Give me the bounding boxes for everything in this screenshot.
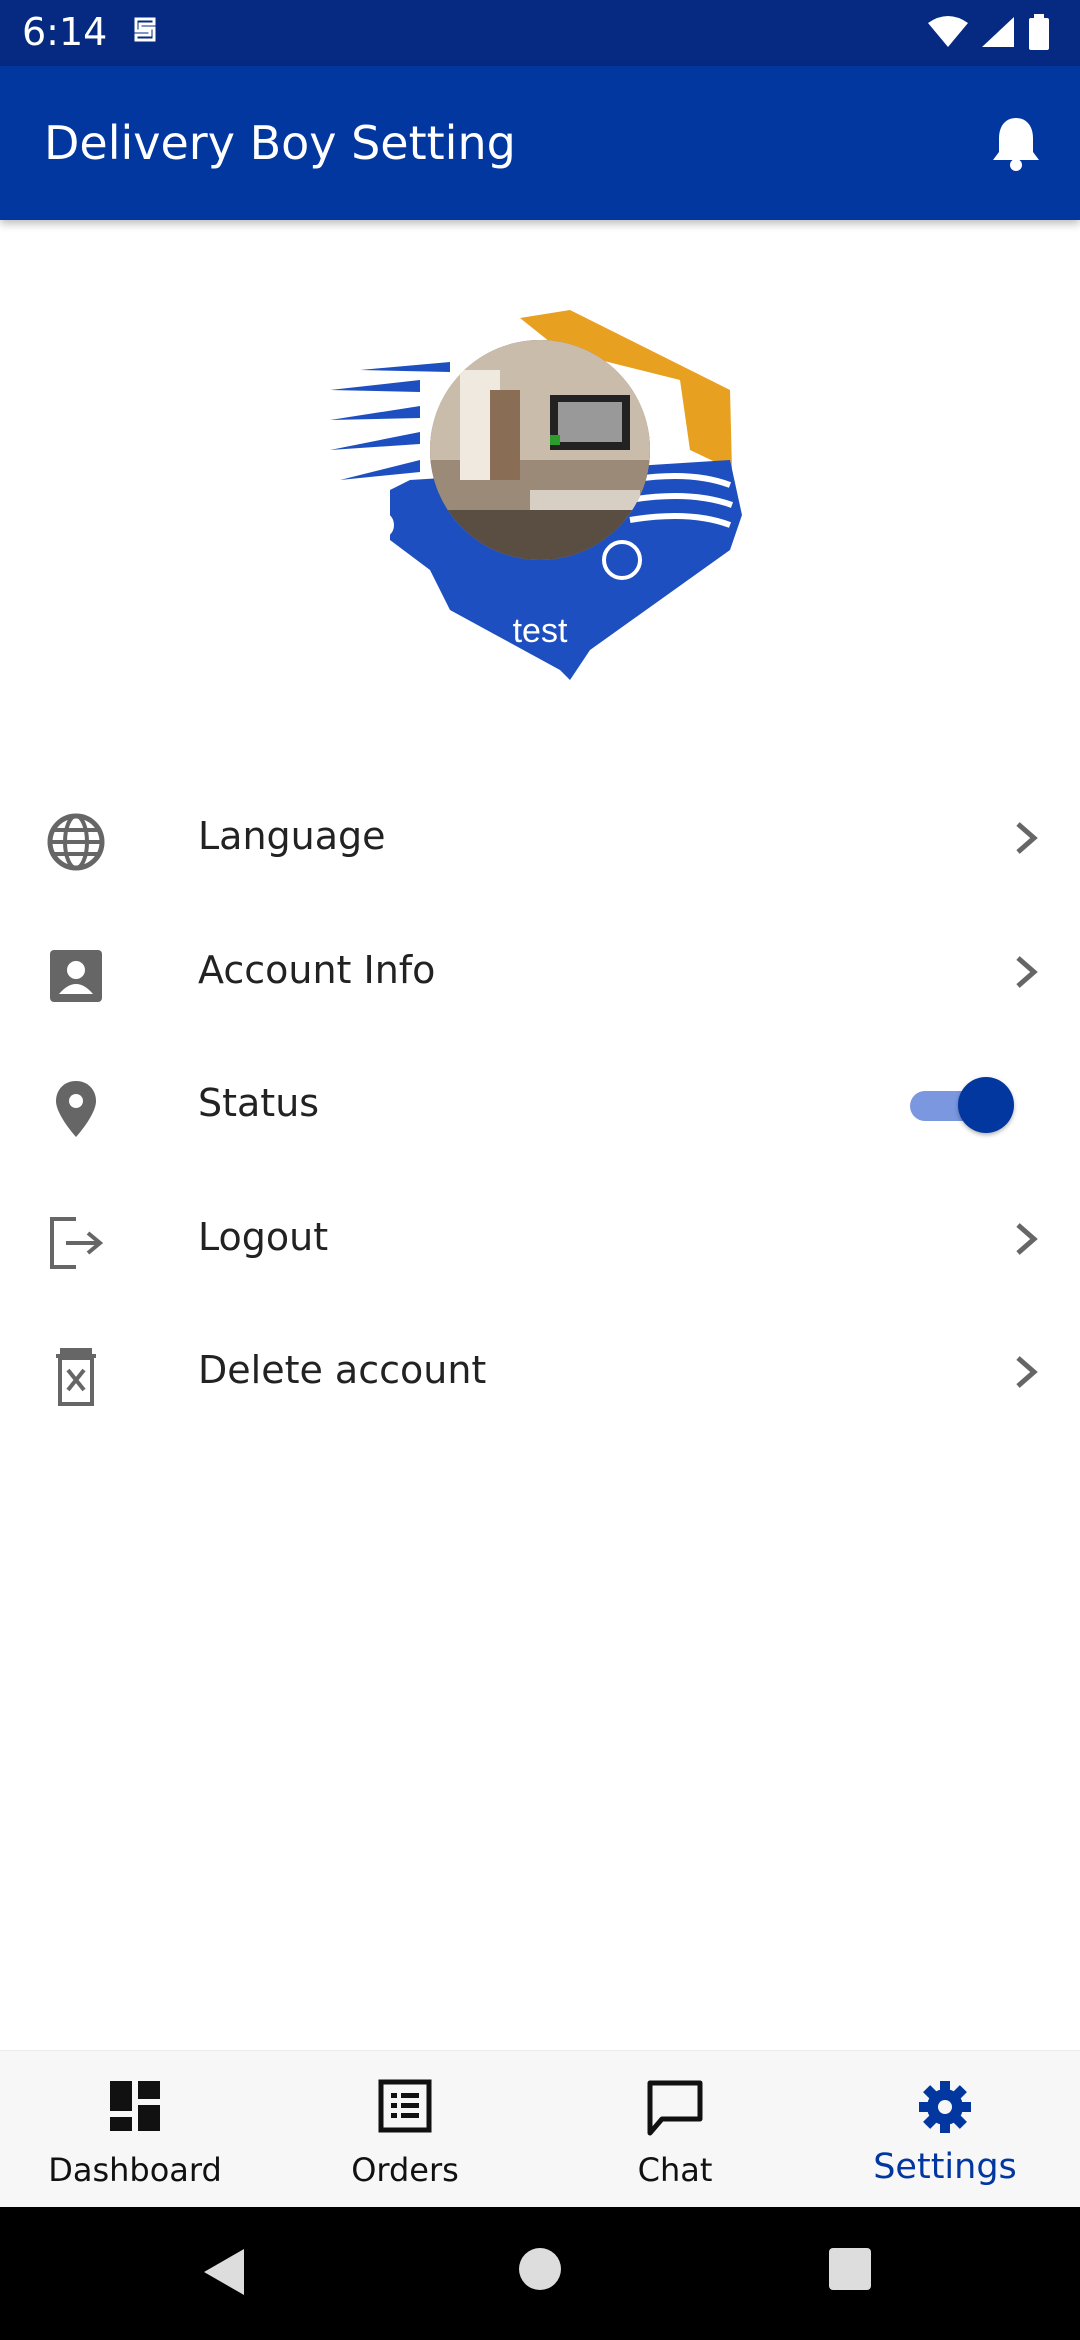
avatar[interactable] bbox=[430, 340, 650, 560]
chevron-right-icon bbox=[1014, 820, 1038, 861]
system-nav-bar bbox=[0, 2207, 1080, 2340]
nav-label-dashboard: Dashboard bbox=[48, 2151, 222, 2189]
sync-icon bbox=[128, 13, 162, 56]
dashboard-icon bbox=[108, 2079, 162, 2138]
back-icon[interactable] bbox=[202, 2247, 246, 2302]
profile-name: test bbox=[512, 612, 568, 650]
menu-label-language: Language bbox=[198, 814, 386, 858]
battery-icon bbox=[1028, 14, 1050, 55]
nav-label-chat: Chat bbox=[637, 2151, 713, 2189]
location-pin-icon bbox=[46, 1079, 106, 1139]
settings-menu: Language Account Info Status Logout Dele… bbox=[0, 770, 1080, 1438]
status-toggle[interactable] bbox=[910, 1077, 1014, 1133]
delete-account-icon bbox=[46, 1346, 106, 1406]
nav-item-chat[interactable]: Chat bbox=[540, 2051, 810, 2208]
toggle-knob bbox=[958, 1077, 1014, 1133]
app-bar: Delivery Boy Setting bbox=[0, 66, 1080, 220]
page-title: Delivery Boy Setting bbox=[44, 116, 516, 170]
nav-item-settings[interactable]: Settings bbox=[810, 2051, 1080, 2208]
bottom-nav: Dashboard Orders Chat Settings bbox=[0, 2050, 1080, 2208]
menu-label-status: Status bbox=[198, 1081, 320, 1125]
menu-item-delete-account[interactable]: Delete account bbox=[0, 1304, 1080, 1438]
menu-label-logout: Logout bbox=[198, 1214, 329, 1259]
account-box-icon bbox=[46, 946, 106, 1006]
nav-item-orders[interactable]: Orders bbox=[270, 2051, 540, 2208]
logout-icon bbox=[46, 1213, 106, 1273]
status-time: 6:14 bbox=[22, 10, 108, 54]
menu-item-logout[interactable]: Logout bbox=[0, 1171, 1080, 1305]
chevron-right-icon bbox=[1014, 954, 1038, 995]
recents-icon[interactable] bbox=[828, 2247, 872, 2296]
chevron-right-icon bbox=[1014, 1221, 1038, 1262]
profile-logo: test bbox=[330, 310, 750, 680]
menu-label-delete-account: Delete account bbox=[198, 1348, 487, 1392]
status-bar: 6:14 bbox=[0, 0, 1080, 66]
nav-label-orders: Orders bbox=[351, 2151, 459, 2189]
menu-item-language[interactable]: Language bbox=[0, 770, 1080, 904]
home-icon[interactable] bbox=[518, 2247, 562, 2296]
nav-item-dashboard[interactable]: Dashboard bbox=[0, 2051, 270, 2208]
signal-icon bbox=[980, 15, 1016, 54]
orders-list-icon bbox=[378, 2079, 432, 2138]
menu-item-status: Status bbox=[0, 1037, 1080, 1171]
chat-icon bbox=[646, 2079, 704, 2142]
menu-item-account-info[interactable]: Account Info bbox=[0, 904, 1080, 1038]
settings-gear-icon bbox=[917, 2079, 973, 2140]
menu-label-account-info: Account Info bbox=[198, 947, 436, 992]
wifi-icon bbox=[928, 15, 968, 54]
chevron-right-icon bbox=[1014, 1354, 1038, 1395]
notification-bell-icon[interactable] bbox=[990, 114, 1042, 177]
nav-label-settings: Settings bbox=[873, 2147, 1017, 2187]
globe-icon bbox=[46, 812, 106, 872]
